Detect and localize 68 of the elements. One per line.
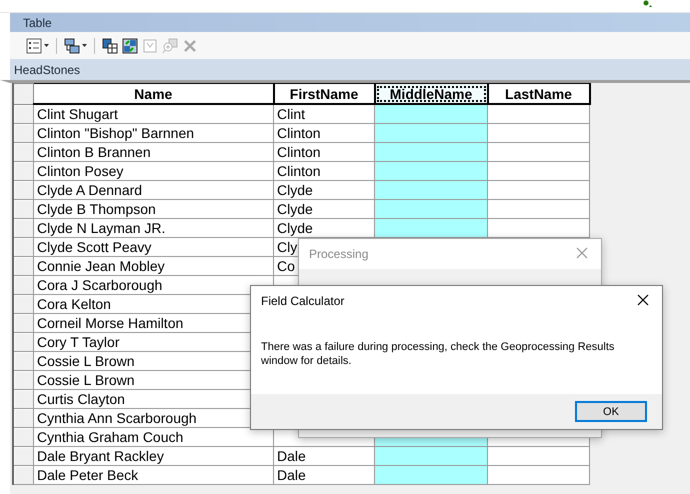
- table-cell: Clinton Posey: [34, 162, 274, 180]
- table-cell: Clinton: [274, 124, 374, 142]
- row-selector[interactable]: [13, 294, 34, 314]
- table-cell: Clyde B Thompson: [34, 200, 274, 218]
- ok-button[interactable]: OK: [575, 401, 647, 422]
- row-selector[interactable]: [13, 408, 34, 428]
- toolbar-button[interactable]: [64, 36, 87, 54]
- table-cell: Clinton "Bishop" Barnnen: [34, 124, 274, 142]
- row-selector[interactable]: [13, 124, 34, 142]
- column-header[interactable]: FirstName: [274, 84, 374, 104]
- table-cell: Clyde: [274, 180, 374, 200]
- dialog-title: Field Calculator: [261, 294, 344, 308]
- related-tables-icon: [64, 38, 80, 54]
- toolbar-button[interactable]: [102, 36, 118, 54]
- window-title: Table: [23, 16, 52, 30]
- row-selector[interactable]: [13, 276, 34, 294]
- column-header[interactable]: LastName: [488, 84, 590, 104]
- row-selector[interactable]: [13, 256, 34, 276]
- row-selector[interactable]: [13, 200, 34, 218]
- caret-icon: [82, 44, 87, 47]
- toolbar-button[interactable]: [122, 36, 138, 54]
- table-select-icon: [102, 38, 118, 54]
- row-selector[interactable]: [13, 446, 34, 466]
- delete-icon: [182, 38, 198, 54]
- table-cell: Clyde: [274, 200, 374, 218]
- row-selector[interactable]: [13, 142, 34, 162]
- table-cell: Clint Shugart: [34, 104, 274, 124]
- table-cell: Dale: [274, 446, 374, 466]
- close-icon: [636, 293, 650, 307]
- table-cell: Clyde N Layman JR.: [34, 218, 274, 238]
- caret-icon: [44, 44, 49, 47]
- table-cell: Clinton: [274, 162, 374, 180]
- row-selector[interactable]: [13, 352, 34, 370]
- table-cell: Clinton: [274, 142, 374, 162]
- row-selector[interactable]: [13, 370, 34, 390]
- table-cell: Connie Jean Mobley: [34, 256, 274, 276]
- row-selector[interactable]: [13, 332, 34, 352]
- zoom-selected-icon: [162, 38, 178, 54]
- clear-selection-icon: [142, 38, 158, 54]
- table-cell: Clyde: [274, 218, 374, 238]
- header-corner: [13, 84, 34, 104]
- column-header[interactable]: Name: [34, 84, 274, 104]
- row-selector[interactable]: [13, 180, 34, 200]
- close-icon: [575, 246, 589, 260]
- row-selector[interactable]: [13, 218, 34, 238]
- table-cell: Clyde Scott Peavy: [34, 238, 274, 256]
- row-selector[interactable]: [13, 428, 34, 446]
- row-selector[interactable]: [13, 238, 34, 256]
- table-name-tab[interactable]: HeadStones: [14, 62, 80, 76]
- row-selector[interactable]: [13, 466, 34, 484]
- table-options-icon: [26, 38, 42, 54]
- table-cell: Clint: [274, 104, 374, 124]
- toolbar-button[interactable]: [26, 36, 49, 54]
- table-cell: Cora J Scarborough: [34, 276, 274, 294]
- table-cell: Dale Bryant Rackley: [34, 446, 274, 466]
- table-cell: Cynthia Graham Couch: [34, 428, 274, 446]
- error-message: There was a failure during processing, check the Geoprocessing Results window for details.: [261, 340, 616, 368]
- table-cell: Clyde A Dennard: [34, 180, 274, 200]
- row-selector[interactable]: [13, 104, 34, 124]
- row-selector[interactable]: [13, 314, 34, 332]
- switch-selection-icon: [122, 38, 138, 54]
- table-cell: Dale: [274, 466, 374, 484]
- row-selector[interactable]: [13, 162, 34, 180]
- status-dot-icon: [643, 0, 652, 7]
- table-cell: Dale Peter Beck: [34, 466, 274, 484]
- table-cell: Clinton B Brannen: [34, 142, 274, 162]
- row-selector[interactable]: [13, 390, 34, 408]
- column-header[interactable]: MiddleName: [374, 84, 488, 104]
